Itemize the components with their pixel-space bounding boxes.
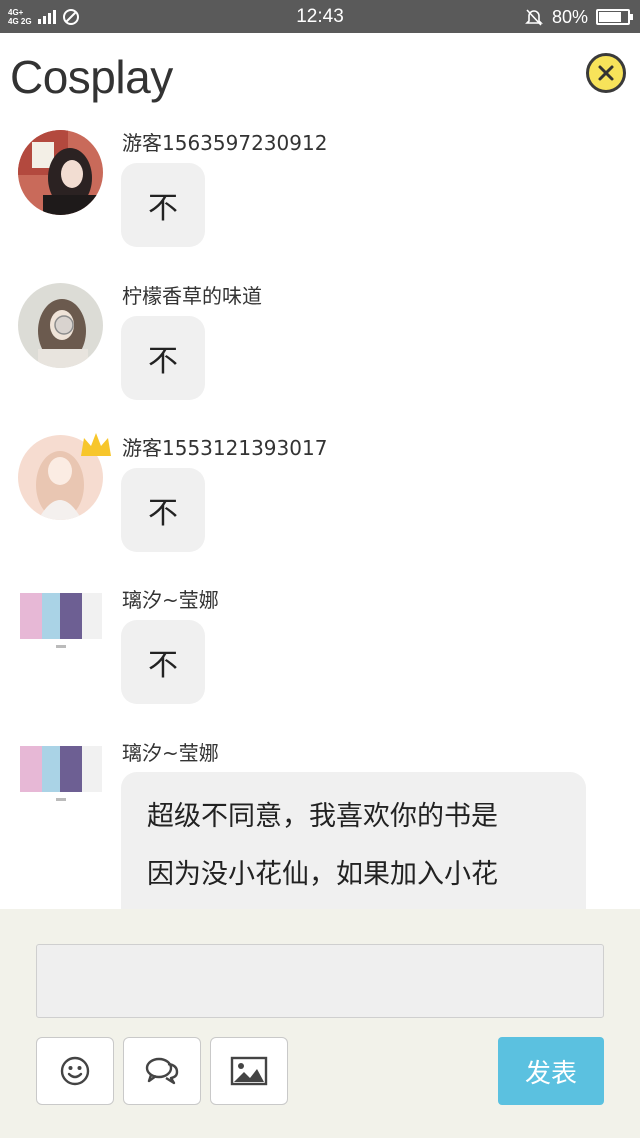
avatar[interactable] bbox=[18, 283, 103, 368]
avatar[interactable] bbox=[18, 130, 103, 215]
username: 游客1553121393017 bbox=[122, 436, 328, 460]
username: 璃汐~莹娜 bbox=[122, 741, 219, 765]
status-right: 80% bbox=[524, 5, 633, 29]
page-title: Cosplay bbox=[10, 51, 173, 103]
message-line: 超级不同意，我喜欢你的书是 bbox=[147, 801, 498, 832]
status-bar: 4G+ 4G 2G 12:43 80% bbox=[0, 0, 640, 33]
emoji-icon bbox=[60, 1056, 90, 1086]
username: 柠檬香草的味道 bbox=[122, 284, 262, 308]
username: 璃汐~莹娜 bbox=[122, 588, 219, 612]
message-bubble: 超级不同意，我喜欢你的书是 因为没小花仙，如果加入小花 bbox=[121, 772, 586, 910]
close-button[interactable] bbox=[586, 53, 626, 93]
comment-feed[interactable]: 游客1563597230912 不 柠檬香草的味道 不 游客1553121393… bbox=[0, 110, 640, 910]
message-line: 因为没小花仙，如果加入小花 bbox=[147, 859, 498, 890]
image-icon bbox=[230, 1056, 268, 1086]
message-bubble: 不 bbox=[121, 316, 205, 400]
message-bubble: 不 bbox=[121, 468, 205, 552]
avatar[interactable] bbox=[20, 587, 102, 655]
crown-icon bbox=[81, 433, 111, 456]
image-button[interactable] bbox=[210, 1037, 288, 1105]
message-bubble: 不 bbox=[121, 163, 205, 247]
send-button[interactable]: 发表 bbox=[498, 1037, 604, 1105]
chat-bubbles-icon bbox=[145, 1057, 179, 1085]
avatar[interactable] bbox=[20, 740, 102, 808]
battery-level bbox=[599, 12, 622, 22]
battery-icon bbox=[596, 9, 633, 25]
emoji-button[interactable] bbox=[36, 1037, 114, 1105]
muted-bell-icon bbox=[525, 9, 543, 26]
comment-composer: 发表 bbox=[0, 909, 640, 1138]
message-bubble: 不 bbox=[121, 620, 205, 704]
username: 游客1563597230912 bbox=[122, 131, 328, 155]
battery-percent: 80% bbox=[551, 6, 588, 27]
close-icon bbox=[598, 65, 614, 81]
chat-button[interactable] bbox=[123, 1037, 201, 1105]
comment-input[interactable] bbox=[36, 944, 604, 1018]
